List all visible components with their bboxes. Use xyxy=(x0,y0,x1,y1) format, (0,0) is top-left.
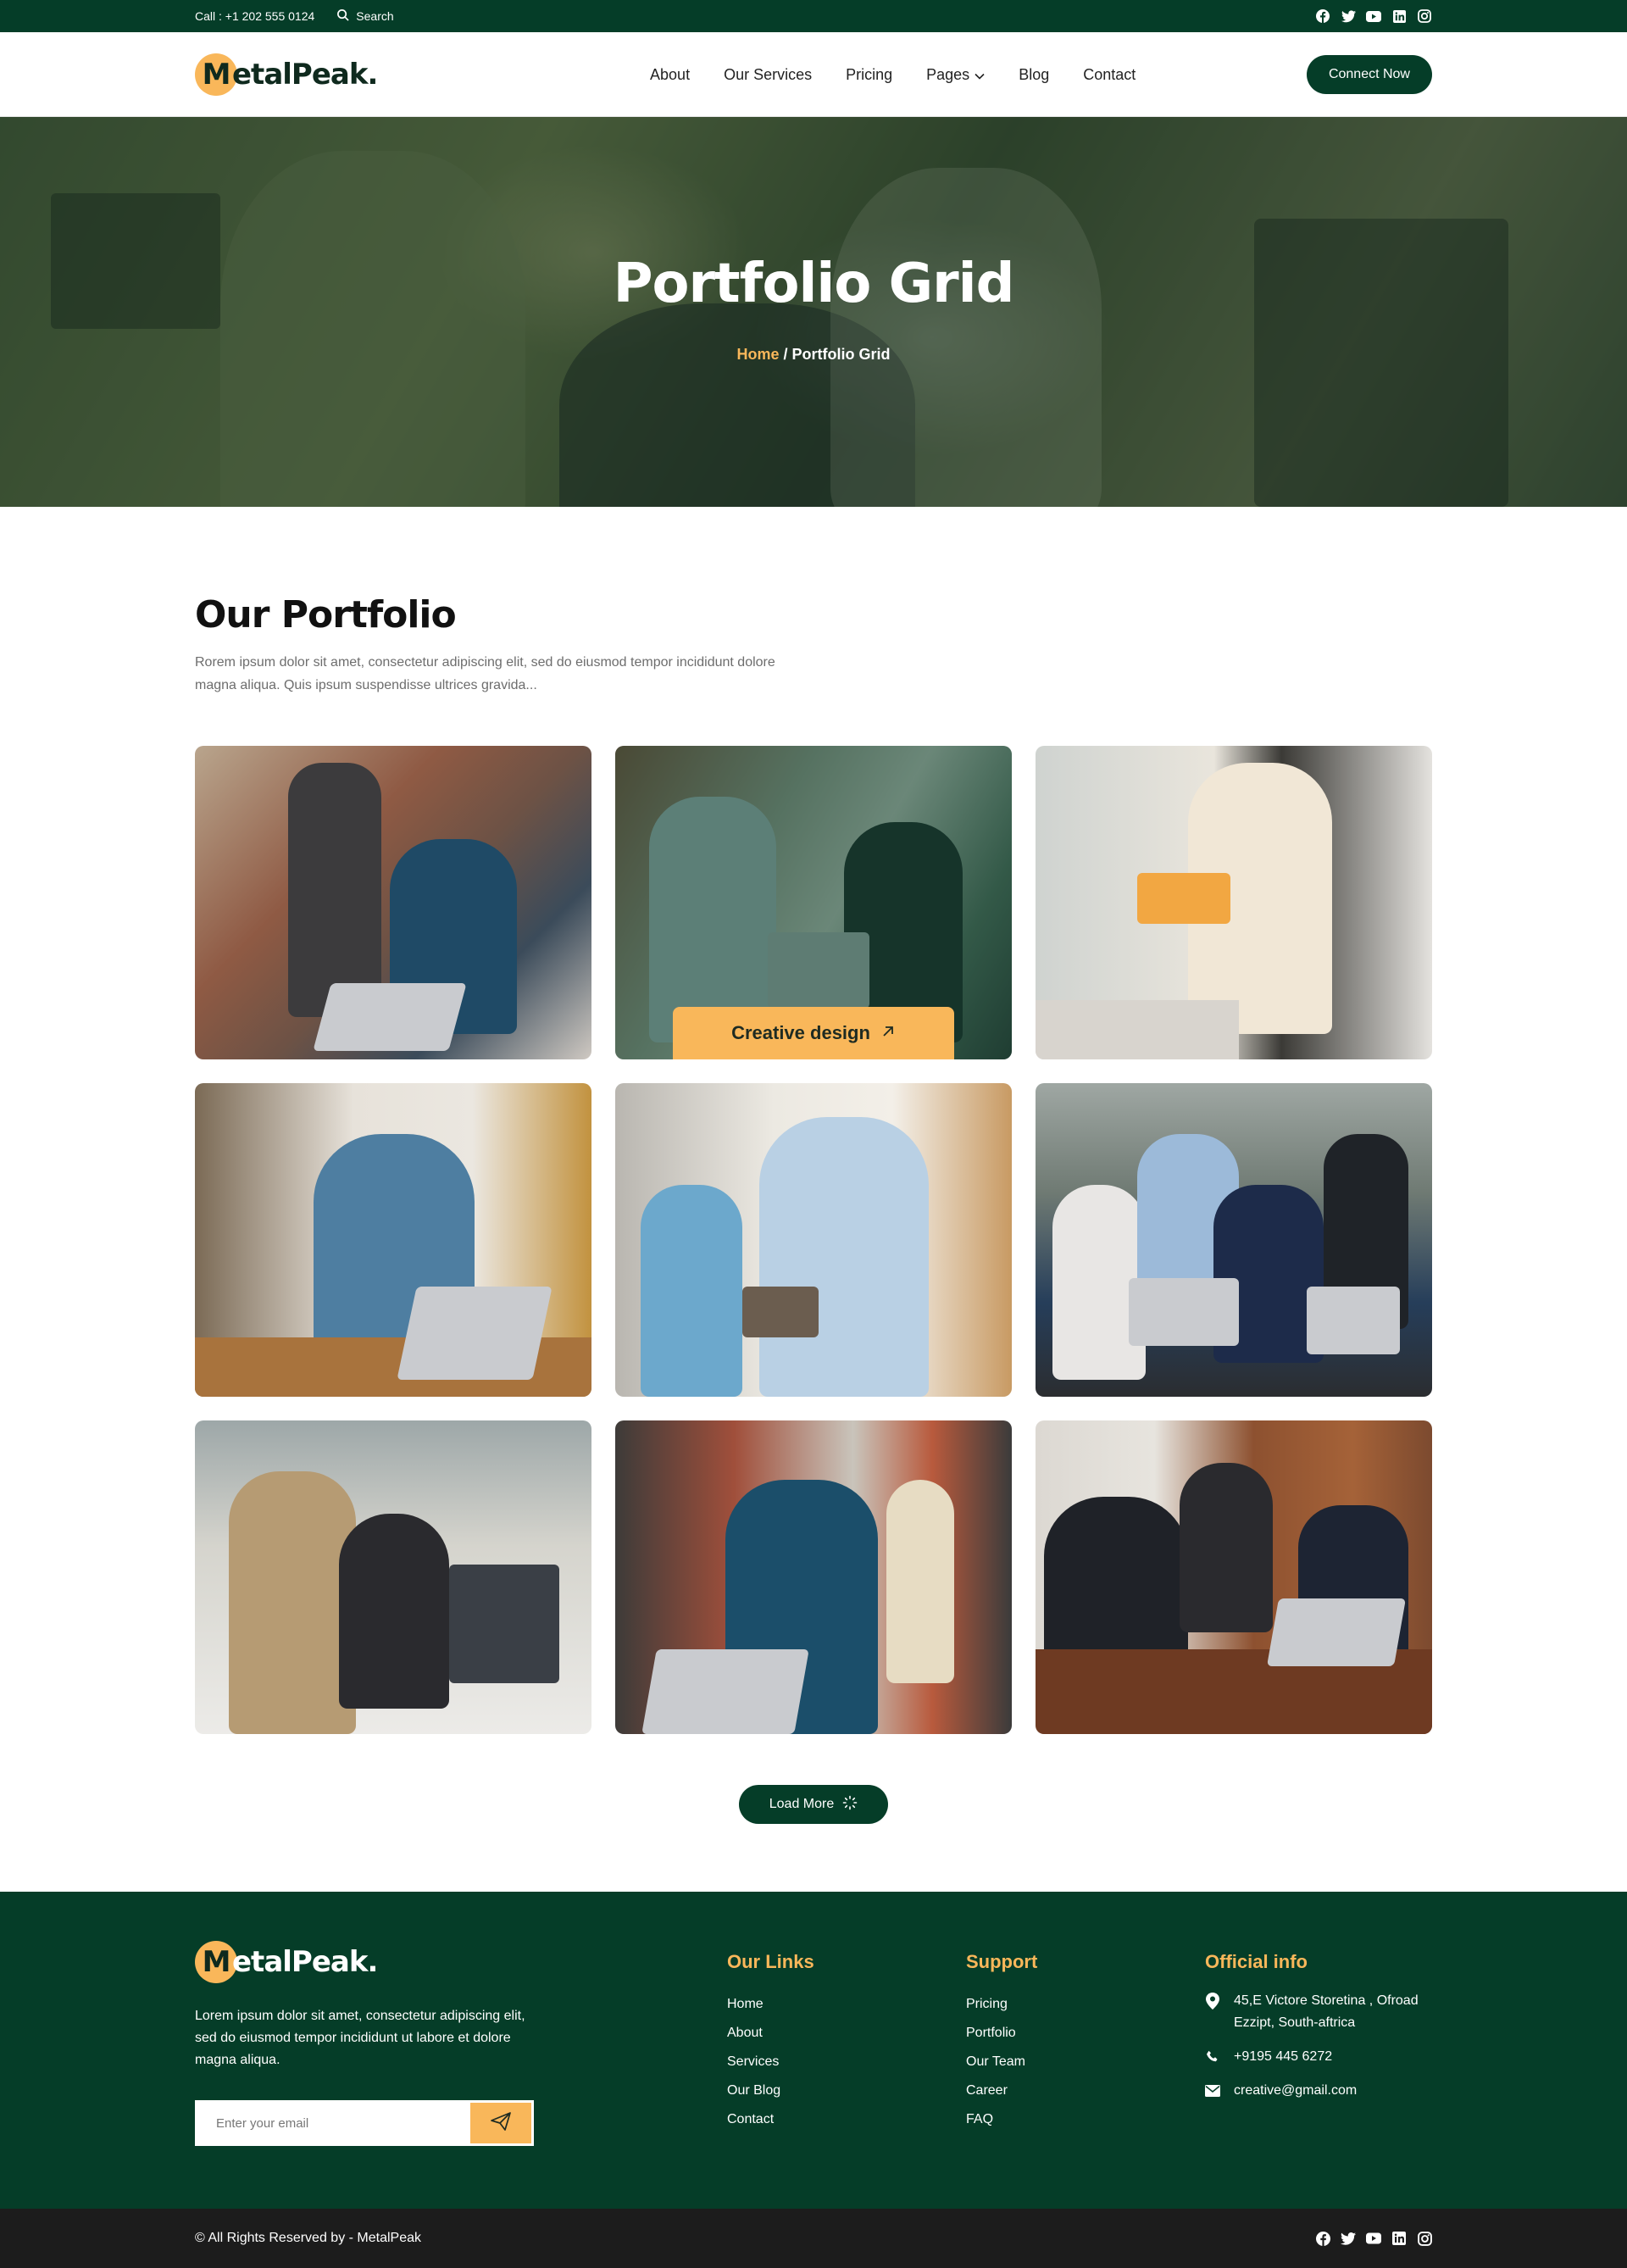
footer-link-about[interactable]: About xyxy=(727,2019,814,2048)
site-footer: M etalPeak. Lorem ipsum dolor sit amet, … xyxy=(0,1892,1627,2209)
footer-link-services[interactable]: Services xyxy=(727,2048,814,2076)
connect-now-button[interactable]: Connect Now xyxy=(1306,55,1432,94)
call-info[interactable]: Call : +1 202 555 0124 xyxy=(195,9,314,23)
footer-email: creative@gmail.com xyxy=(1205,2080,1434,2102)
twitter-icon[interactable] xyxy=(1341,8,1356,24)
instagram-icon[interactable] xyxy=(1417,2231,1432,2246)
phone-icon xyxy=(1205,2046,1220,2068)
location-pin-icon xyxy=(1205,1990,1220,2012)
portfolio-title: Our Portfolio xyxy=(195,593,457,636)
logo-text: etalPeak. xyxy=(232,1945,378,1979)
footer-phone: +9195 445 6272 xyxy=(1205,2046,1434,2068)
facebook-icon[interactable] xyxy=(1315,2231,1330,2246)
phone-text[interactable]: +9195 445 6272 xyxy=(1234,2046,1332,2068)
footer-info-title: Official info xyxy=(1205,1951,1308,1972)
search-trigger[interactable]: Search xyxy=(336,8,394,24)
subscribe-button[interactable] xyxy=(470,2103,531,2143)
load-more-label: Load More xyxy=(769,1797,835,1811)
footer-link-our-blog[interactable]: Our Blog xyxy=(727,2076,814,2105)
footer-links-column: Our Links Home About Services Our Blog C… xyxy=(727,1951,814,2134)
portfolio-description: Rorem ipsum dolor sit amet, consectetur … xyxy=(195,655,775,692)
nav-our-services[interactable]: Our Services xyxy=(724,66,812,84)
chevron-down-icon xyxy=(975,66,985,84)
tag-label: Creative design xyxy=(731,1022,870,1043)
nav-contact[interactable]: Contact xyxy=(1083,66,1136,84)
portfolio-item[interactable] xyxy=(615,1083,1012,1397)
address-text: 45,E Victore Storetina , Ofroad Ezzipt, … xyxy=(1234,1993,1419,2030)
mail-icon xyxy=(1205,2080,1220,2102)
linkedin-icon[interactable] xyxy=(1391,8,1407,24)
portfolio-item[interactable] xyxy=(1036,1420,1432,1734)
footer-social-links xyxy=(1315,2231,1432,2246)
nav-pages-label: Pages xyxy=(926,65,970,83)
breadcrumb-current: Portfolio Grid xyxy=(791,346,891,363)
footer-link-home[interactable]: Home xyxy=(727,1990,814,2019)
footer-about-text: Lorem ipsum dolor sit amet, consectetur … xyxy=(195,2009,525,2067)
breadcrumb-home[interactable]: Home xyxy=(736,346,779,363)
portfolio-item[interactable] xyxy=(1036,746,1432,1059)
nav-blog[interactable]: Blog xyxy=(1019,66,1049,84)
top-social-links xyxy=(1315,8,1432,24)
footer-logo[interactable]: M etalPeak. xyxy=(195,1941,378,1983)
top-bar: Call : +1 202 555 0124 Search xyxy=(0,0,1627,32)
twitter-icon[interactable] xyxy=(1341,2231,1356,2246)
breadcrumb: Home / Portfolio Grid xyxy=(0,346,1627,364)
footer-link-portfolio[interactable]: Portfolio xyxy=(966,2019,1037,2048)
footer-link-contact[interactable]: Contact xyxy=(727,2105,814,2134)
footer-info-column: Official info 45,E Victore Storetina , O… xyxy=(1205,1951,1434,2114)
newsletter-form: Enter your email xyxy=(195,2100,534,2146)
footer-link-career[interactable]: Career xyxy=(966,2076,1037,2105)
portfolio-item[interactable] xyxy=(615,1420,1012,1734)
instagram-icon[interactable] xyxy=(1417,8,1432,24)
page-title: Portfolio Grid xyxy=(613,253,1015,315)
logo-text: etalPeak. xyxy=(232,58,378,92)
breadcrumb-separator: / xyxy=(779,346,792,363)
page-hero-banner: Portfolio Grid Home / Portfolio Grid xyxy=(0,117,1627,507)
portfolio-item[interactable] xyxy=(195,746,591,1059)
copyright-bar: © All Rights Reserved by - MetalPeak xyxy=(0,2209,1627,2268)
nav-pages[interactable]: Pages xyxy=(926,66,985,84)
portfolio-item[interactable] xyxy=(1036,1083,1432,1397)
logo-mark: M xyxy=(195,1941,237,1983)
email-text[interactable]: creative@gmail.com xyxy=(1234,2080,1357,2102)
portfolio-item[interactable] xyxy=(195,1420,591,1734)
facebook-icon[interactable] xyxy=(1315,8,1330,24)
footer-link-pricing[interactable]: Pricing xyxy=(966,1990,1037,2019)
copyright-text: © All Rights Reserved by - MetalPeak xyxy=(195,2231,422,2245)
arrow-up-right-icon xyxy=(880,1022,896,1044)
site-logo[interactable]: M etalPeak. xyxy=(195,53,378,96)
footer-link-our-team[interactable]: Our Team xyxy=(966,2048,1037,2076)
logo-mark: M xyxy=(195,53,237,96)
footer-support-title: Support xyxy=(966,1951,1038,1972)
youtube-icon[interactable] xyxy=(1366,8,1381,24)
nav-about[interactable]: About xyxy=(650,66,690,84)
portfolio-item[interactable] xyxy=(195,1083,591,1397)
footer-support-column: Support Pricing Portfolio Our Team Caree… xyxy=(966,1951,1037,2134)
footer-links-title: Our Links xyxy=(727,1951,814,1972)
send-icon xyxy=(490,2111,512,2136)
search-icon xyxy=(336,8,349,24)
loader-icon xyxy=(842,1795,858,1815)
footer-address: 45,E Victore Storetina , Ofroad Ezzipt, … xyxy=(1205,1990,1434,2034)
youtube-icon[interactable] xyxy=(1366,2231,1381,2246)
creative-design-link[interactable]: Creative design xyxy=(673,1007,954,1059)
email-input[interactable]: Enter your email xyxy=(197,2103,470,2143)
portfolio-item-hovered[interactable]: Creative design xyxy=(615,746,1012,1059)
search-label: Search xyxy=(356,9,394,23)
main-header: M etalPeak. About Our Services Pricing P… xyxy=(0,32,1627,117)
linkedin-icon[interactable] xyxy=(1391,2231,1407,2246)
footer-link-faq[interactable]: FAQ xyxy=(966,2105,1037,2134)
main-nav: About Our Services Pricing Pages Blog Co… xyxy=(650,66,1136,84)
portfolio-grid: Creative design xyxy=(195,746,1432,1734)
nav-pricing[interactable]: Pricing xyxy=(846,66,892,84)
load-more-button[interactable]: Load More xyxy=(739,1785,888,1824)
